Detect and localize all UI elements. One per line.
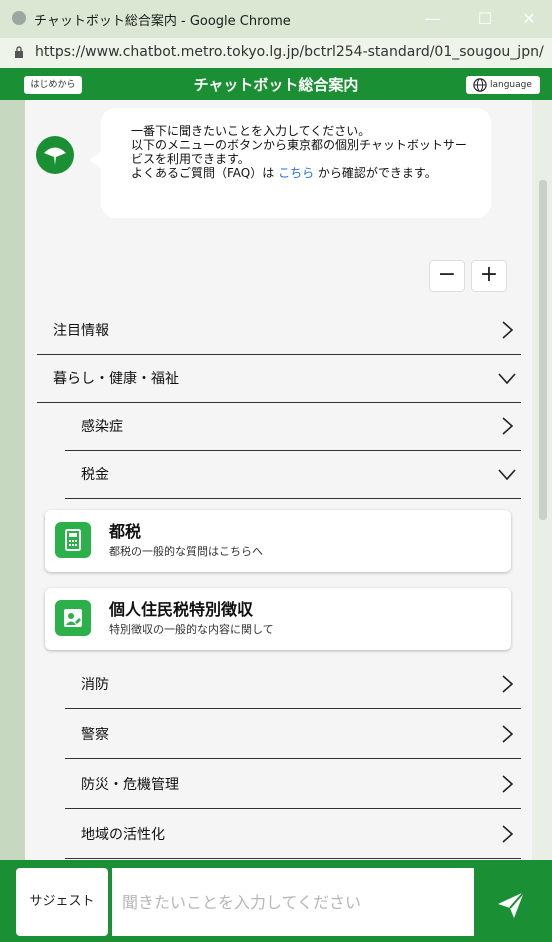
menu-label: 防災・危機管理 — [81, 777, 179, 793]
maximize-button[interactable]: ☐ — [462, 0, 508, 38]
scrollbar-thumb[interactable] — [539, 180, 547, 520]
url-text[interactable]: https://www.chatbot.metro.tokyo.lg.jp/bc… — [35, 44, 544, 60]
ginkgo-leaf-icon — [44, 147, 66, 165]
card-description: 都税の一般的な質問はこちらへ — [109, 545, 263, 558]
menu-item-living[interactable]: 暮らし・健康・福祉 — [37, 354, 521, 403]
faq-link[interactable]: こちら — [278, 166, 314, 180]
chevron-down-icon — [498, 469, 516, 481]
globe-icon — [473, 78, 487, 92]
menu-label: 感染症 — [81, 419, 123, 435]
chevron-down-icon — [498, 373, 516, 385]
calculator-icon — [55, 522, 91, 558]
language-label: language — [490, 80, 532, 90]
scrollbar[interactable] — [532, 100, 552, 860]
chevron-right-icon — [502, 825, 514, 843]
menu-label: 注目情報 — [53, 323, 109, 339]
chat-line-2: 以下のメニューのボタンから東京都の個別チャットボットサービスを利用できます。 — [131, 138, 467, 166]
message-input[interactable] — [112, 868, 474, 936]
card-resident-tax[interactable]: 個人住民税特別徴収 特別徴収の一般的な内容に関して — [45, 588, 511, 650]
menu-item-fire[interactable]: 消防 — [65, 660, 521, 709]
chat-content: 一番下に聞きたいことを入力してください。 以下のメニューのボタンから東京都の個別… — [25, 100, 532, 860]
chat-line-1: 一番下に聞きたいことを入力してください。 — [131, 124, 371, 138]
zoom-out-button[interactable]: − — [429, 260, 465, 292]
chevron-right-icon — [502, 321, 514, 339]
person-document-icon — [55, 600, 91, 636]
menu-item-police[interactable]: 警察 — [65, 710, 521, 759]
card-description: 特別徴収の一般的な内容に関して — [109, 623, 274, 636]
menu-label: 暮らし・健康・福祉 — [53, 371, 179, 387]
zoom-in-button[interactable]: + — [471, 260, 507, 292]
chevron-right-icon — [502, 775, 514, 793]
chrome-icon — [12, 11, 26, 25]
close-button[interactable]: ✕ — [506, 0, 552, 38]
browser-titlebar: チャットボット総合案内 - Google Chrome — ☐ ✕ — [0, 0, 552, 38]
bot-avatar — [36, 136, 74, 174]
send-icon[interactable] — [486, 882, 536, 924]
card-title: 都税 — [109, 522, 142, 541]
chat-line-3-pre: よくあるご質問（FAQ）は — [131, 166, 279, 180]
window-title: チャットボット総合案内 - Google Chrome — [34, 14, 291, 29]
input-footer: サジェスト — [0, 860, 552, 942]
address-bar[interactable]: https://www.chatbot.metro.tokyo.lg.jp/bc… — [0, 38, 552, 69]
menu-item-attention[interactable]: 注目情報 — [37, 306, 521, 355]
menu-label: 税金 — [81, 467, 109, 483]
chevron-right-icon — [502, 417, 514, 435]
lock-icon — [15, 46, 23, 58]
app-header: はじめから チャットボット総合案内 language — [0, 68, 552, 100]
menu-label: 地域の活性化 — [81, 827, 165, 843]
chevron-right-icon — [502, 675, 514, 693]
chat-message: 一番下に聞きたいことを入力してください。 以下のメニューのボタンから東京都の個別… — [131, 124, 471, 180]
chat-bubble: 一番下に聞きたいことを入力してください。 以下のメニューのボタンから東京都の個別… — [101, 108, 491, 218]
chat-line-3-post: から確認ができます。 — [314, 166, 437, 180]
menu-item-disaster[interactable]: 防災・危機管理 — [65, 760, 521, 809]
suggest-button[interactable]: サジェスト — [16, 868, 108, 936]
card-metro-tax[interactable]: 都税 都税の一般的な質問はこちらへ — [45, 510, 511, 572]
menu-label: 警察 — [81, 727, 109, 743]
menu-item-tax[interactable]: 税金 — [65, 450, 521, 499]
menu-item-infection[interactable]: 感染症 — [65, 402, 521, 451]
language-button[interactable]: language — [466, 76, 540, 94]
card-title: 個人住民税特別徴収 — [109, 600, 254, 619]
minimize-button[interactable]: — — [410, 0, 456, 38]
menu-item-regional[interactable]: 地域の活性化 — [65, 810, 521, 859]
menu-label: 消防 — [81, 677, 109, 693]
left-frame — [0, 100, 25, 860]
chevron-right-icon — [502, 725, 514, 743]
